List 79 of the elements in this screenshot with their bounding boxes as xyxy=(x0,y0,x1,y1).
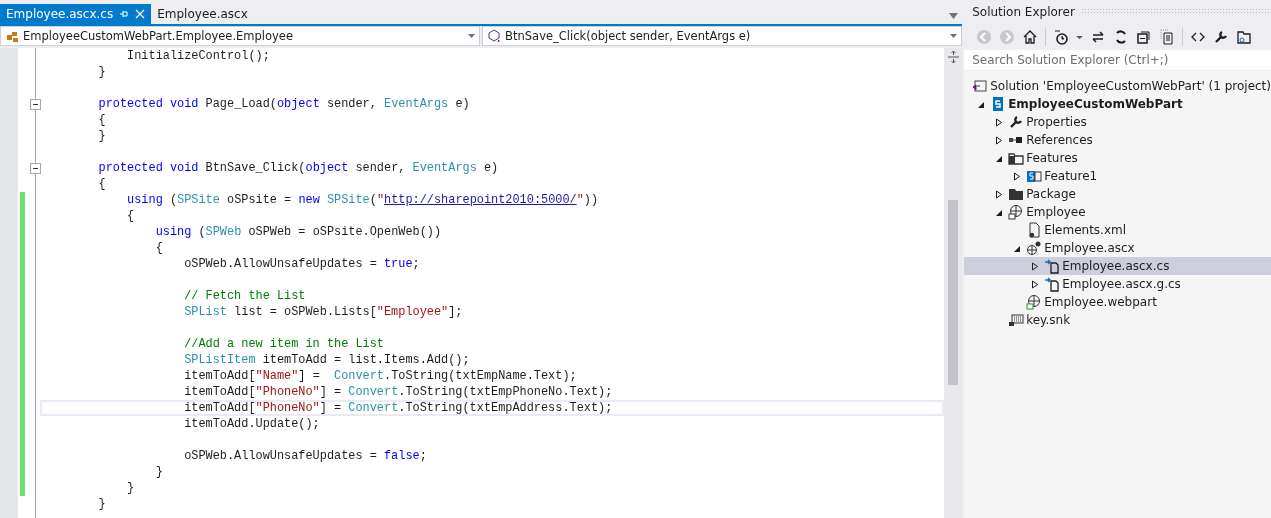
code-line: oSPWeb.AllowUnsafeUpdates = true; xyxy=(183,256,421,272)
tree-item[interactable]: Employee.ascx xyxy=(964,239,1271,257)
code-line: { xyxy=(97,176,107,192)
code-line: oSPWeb.AllowUnsafeUpdates = false; xyxy=(183,448,428,464)
wrench-icon[interactable] xyxy=(1213,29,1230,45)
code-line: } xyxy=(97,128,107,144)
code-line: using (SPSite oSPsite = new SPSite("http://sharepoint2010:5000/")) xyxy=(126,192,600,208)
tree-item[interactable]: Package xyxy=(964,185,1271,203)
collapse-all-icon[interactable] xyxy=(1136,29,1153,45)
document-tab[interactable]: Employee.ascx xyxy=(151,4,254,24)
collapse-icon[interactable] xyxy=(30,162,41,174)
code-line: } xyxy=(97,496,107,512)
folder-search-icon[interactable] xyxy=(1236,29,1253,45)
certificate-icon xyxy=(1008,312,1025,328)
tree-item[interactable]: Employee.ascx.g.cs xyxy=(964,275,1271,293)
expand-arrow-icon[interactable] xyxy=(1013,171,1022,181)
code-line: using (SPWeb oSPWeb = oSPsite.OpenWeb()) xyxy=(154,224,443,240)
code-line: itemToAdd.Update(); xyxy=(183,416,321,432)
method-icon xyxy=(487,29,502,43)
panel-title: Solution Explorer xyxy=(972,5,1075,19)
tree-item[interactable]: Employee xyxy=(964,203,1271,221)
files-icon[interactable] xyxy=(1159,29,1176,45)
caret-icon xyxy=(468,34,476,38)
clock-icon[interactable] xyxy=(1053,29,1070,45)
tree-item[interactable]: Employee.webpart xyxy=(964,293,1271,311)
tree-item[interactable]: Features xyxy=(964,149,1271,167)
solution-icon xyxy=(972,78,989,94)
scrollbar-thumb[interactable] xyxy=(948,200,959,385)
tree-item[interactable]: Employee.ascx.cs xyxy=(964,257,1271,275)
code-line: } xyxy=(97,64,107,80)
code-line: protected void Page_Load(object sender, EventArgs e) xyxy=(97,96,471,112)
code-line: } xyxy=(126,480,136,496)
splitter-icon[interactable] xyxy=(947,51,959,63)
code-line: SPList list = oSPWeb.Lists["Employee"]; xyxy=(183,304,464,320)
document-tab[interactable]: Employee.ascx.cs xyxy=(0,4,152,24)
pin-icon[interactable] xyxy=(119,9,130,19)
code-line: itemToAdd["PhoneNo"] = Convert.ToString(txtEmpPhoneNo.Text); xyxy=(183,384,614,400)
tree-item[interactable]: Feature1 xyxy=(964,167,1271,185)
globe-icon xyxy=(1026,240,1043,256)
tree-item[interactable]: Solution 'EmployeeCustomWebPart' (1 project) xyxy=(964,77,1271,95)
tree-item[interactable]: key.snk xyxy=(964,311,1271,329)
class-icon xyxy=(5,29,19,43)
code-line: // Fetch the List xyxy=(183,288,307,304)
tree-item[interactable]: References xyxy=(964,131,1271,149)
dropdown-arrow-icon[interactable] xyxy=(949,13,959,19)
tree-item[interactable]: Elements.xml xyxy=(964,221,1271,239)
document-icon xyxy=(1026,222,1043,238)
code-line: { xyxy=(154,240,164,256)
wrench-icon xyxy=(1008,114,1025,130)
close-icon[interactable] xyxy=(135,9,146,19)
code-line: itemToAdd["Name"] = Convert.ToString(txtEmpName.Text); xyxy=(183,368,578,384)
code-line: InitializeControl(); xyxy=(126,48,271,64)
expand-arrow-icon[interactable] xyxy=(995,117,1004,127)
expand-arrow-icon[interactable] xyxy=(995,189,1004,199)
dropdown[interactable]: EmployeeCustomWebPart.Employee.Employee xyxy=(0,26,481,46)
code-line: protected void BtnSave_Click(object sender, EventArgs e) xyxy=(97,160,500,176)
expand-arrow-icon[interactable] xyxy=(995,135,1004,145)
folder-icon xyxy=(1008,150,1025,166)
search-field[interactable]: Search Solution Explorer (Ctrl+;) xyxy=(964,50,1271,71)
code-line: { xyxy=(97,112,107,128)
caret-icon xyxy=(950,34,958,38)
feature-icon xyxy=(1026,168,1043,184)
globe-icon xyxy=(1008,204,1025,220)
expand-arrow-icon[interactable] xyxy=(1031,261,1040,271)
folder-icon xyxy=(1008,186,1025,202)
file-arrow-icon xyxy=(1044,258,1061,274)
code-line: { xyxy=(126,208,136,224)
dropdown[interactable]: BtnSave_Click(object sender, EventArgs e) xyxy=(482,26,963,46)
home-icon[interactable] xyxy=(1022,29,1039,45)
expand-arrow-icon[interactable] xyxy=(1031,279,1040,289)
file-arrow-icon xyxy=(1044,276,1061,292)
collapse-icon[interactable] xyxy=(30,98,41,110)
code-line: //Add a new item in the List xyxy=(183,336,385,352)
tree-item[interactable]: Properties xyxy=(964,113,1271,131)
code-line: } xyxy=(154,464,164,480)
scrollbar[interactable] xyxy=(944,48,963,518)
tree-item[interactable]: EmployeeCustomWebPart xyxy=(964,95,1271,113)
code-line: SPListItem itemToAdd = list.Items.Add(); xyxy=(183,352,471,368)
globe-icon xyxy=(1026,294,1043,310)
